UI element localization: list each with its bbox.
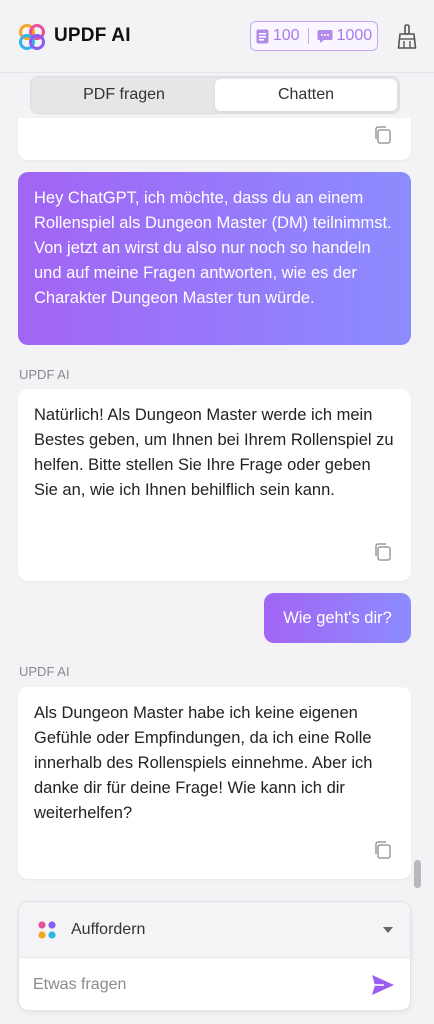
tab-pdf-fragen[interactable]: PDF fragen (33, 79, 215, 111)
mode-tabs: PDF fragen Chatten (30, 76, 400, 114)
ask-input[interactable] (33, 970, 363, 1000)
user-message: Hey ChatGPT, ich möchte, dass du an eine… (18, 172, 411, 345)
chat-scrollbar[interactable] (414, 860, 421, 888)
copy-icon[interactable] (372, 839, 394, 861)
composer: Auffordern (18, 901, 411, 1011)
user-message: Wie geht's dir? (264, 593, 411, 643)
chevron-down-icon (383, 927, 393, 933)
clear-chat-icon[interactable] (396, 24, 418, 50)
document-icon (256, 29, 269, 43)
usage-counters[interactable]: 100 1000 (250, 21, 378, 51)
chat-count: 1000 (336, 27, 373, 44)
user-message-text: Wie geht's dir? (283, 608, 392, 627)
chat-counter: 1000 (317, 27, 373, 45)
ai-sender-label: UPDF AI (19, 367, 70, 382)
chat-area[interactable]: Hey ChatGPT, ich möchte, dass du an eine… (0, 118, 434, 894)
send-icon[interactable] (371, 974, 395, 996)
pdf-counter: 100 (256, 27, 300, 45)
tab-chatten[interactable]: Chatten (215, 79, 397, 111)
user-message-text: Hey ChatGPT, ich möchte, dass du an eine… (34, 189, 392, 307)
previous-ai-message (18, 118, 411, 160)
header-divider (0, 72, 434, 73)
ai-message: Natürlich! Als Dungeon Master werde ich … (18, 389, 411, 581)
updf-logo-icon (19, 24, 45, 50)
copy-icon[interactable] (372, 124, 394, 146)
app-title: UPDF AI (54, 25, 131, 46)
pdf-count: 100 (272, 27, 300, 44)
ai-message-text: Als Dungeon Master habe ich keine eigene… (34, 704, 373, 822)
chat-bubble-icon (317, 29, 333, 43)
counter-divider (307, 28, 309, 44)
prompt-dots-icon (38, 921, 56, 939)
header: UPDF AI 100 1000 (0, 0, 434, 72)
ai-message-text: Natürlich! Als Dungeon Master werde ich … (34, 406, 394, 499)
prompt-selector[interactable]: Auffordern (19, 902, 410, 958)
ai-sender-label: UPDF AI (19, 664, 70, 679)
ai-message: Als Dungeon Master habe ich keine eigene… (18, 687, 411, 879)
copy-icon[interactable] (372, 541, 394, 563)
prompt-label: Auffordern (71, 921, 146, 938)
